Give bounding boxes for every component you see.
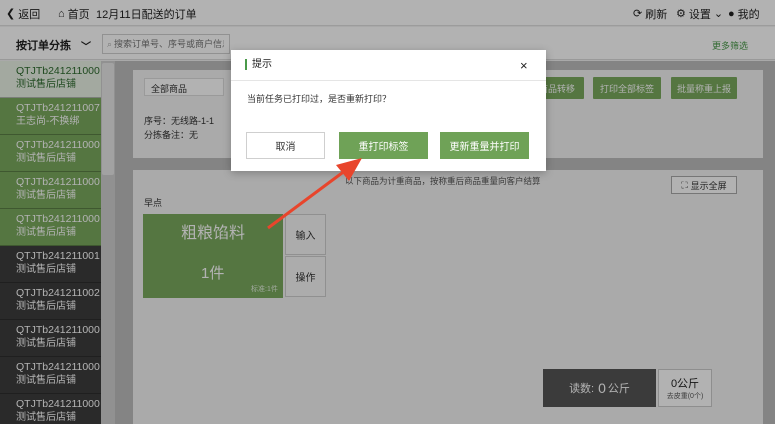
reprint-dialog: 提示 × 当前任务已打印过，是否重新打印？ 取消 重打印标签 更新重量并打印 xyxy=(231,50,546,171)
dialog-header: 提示 × xyxy=(231,50,546,81)
reprint-label-button[interactable]: 重打印标签 xyxy=(339,132,428,159)
dialog-title: 提示 xyxy=(245,59,272,70)
cancel-button[interactable]: 取消 xyxy=(246,132,325,159)
dialog-message: 当前任务已打印过，是否重新打印？ xyxy=(247,94,392,104)
close-icon[interactable]: × xyxy=(520,58,528,73)
update-weight-print-button[interactable]: 更新重量并打印 xyxy=(440,132,529,159)
